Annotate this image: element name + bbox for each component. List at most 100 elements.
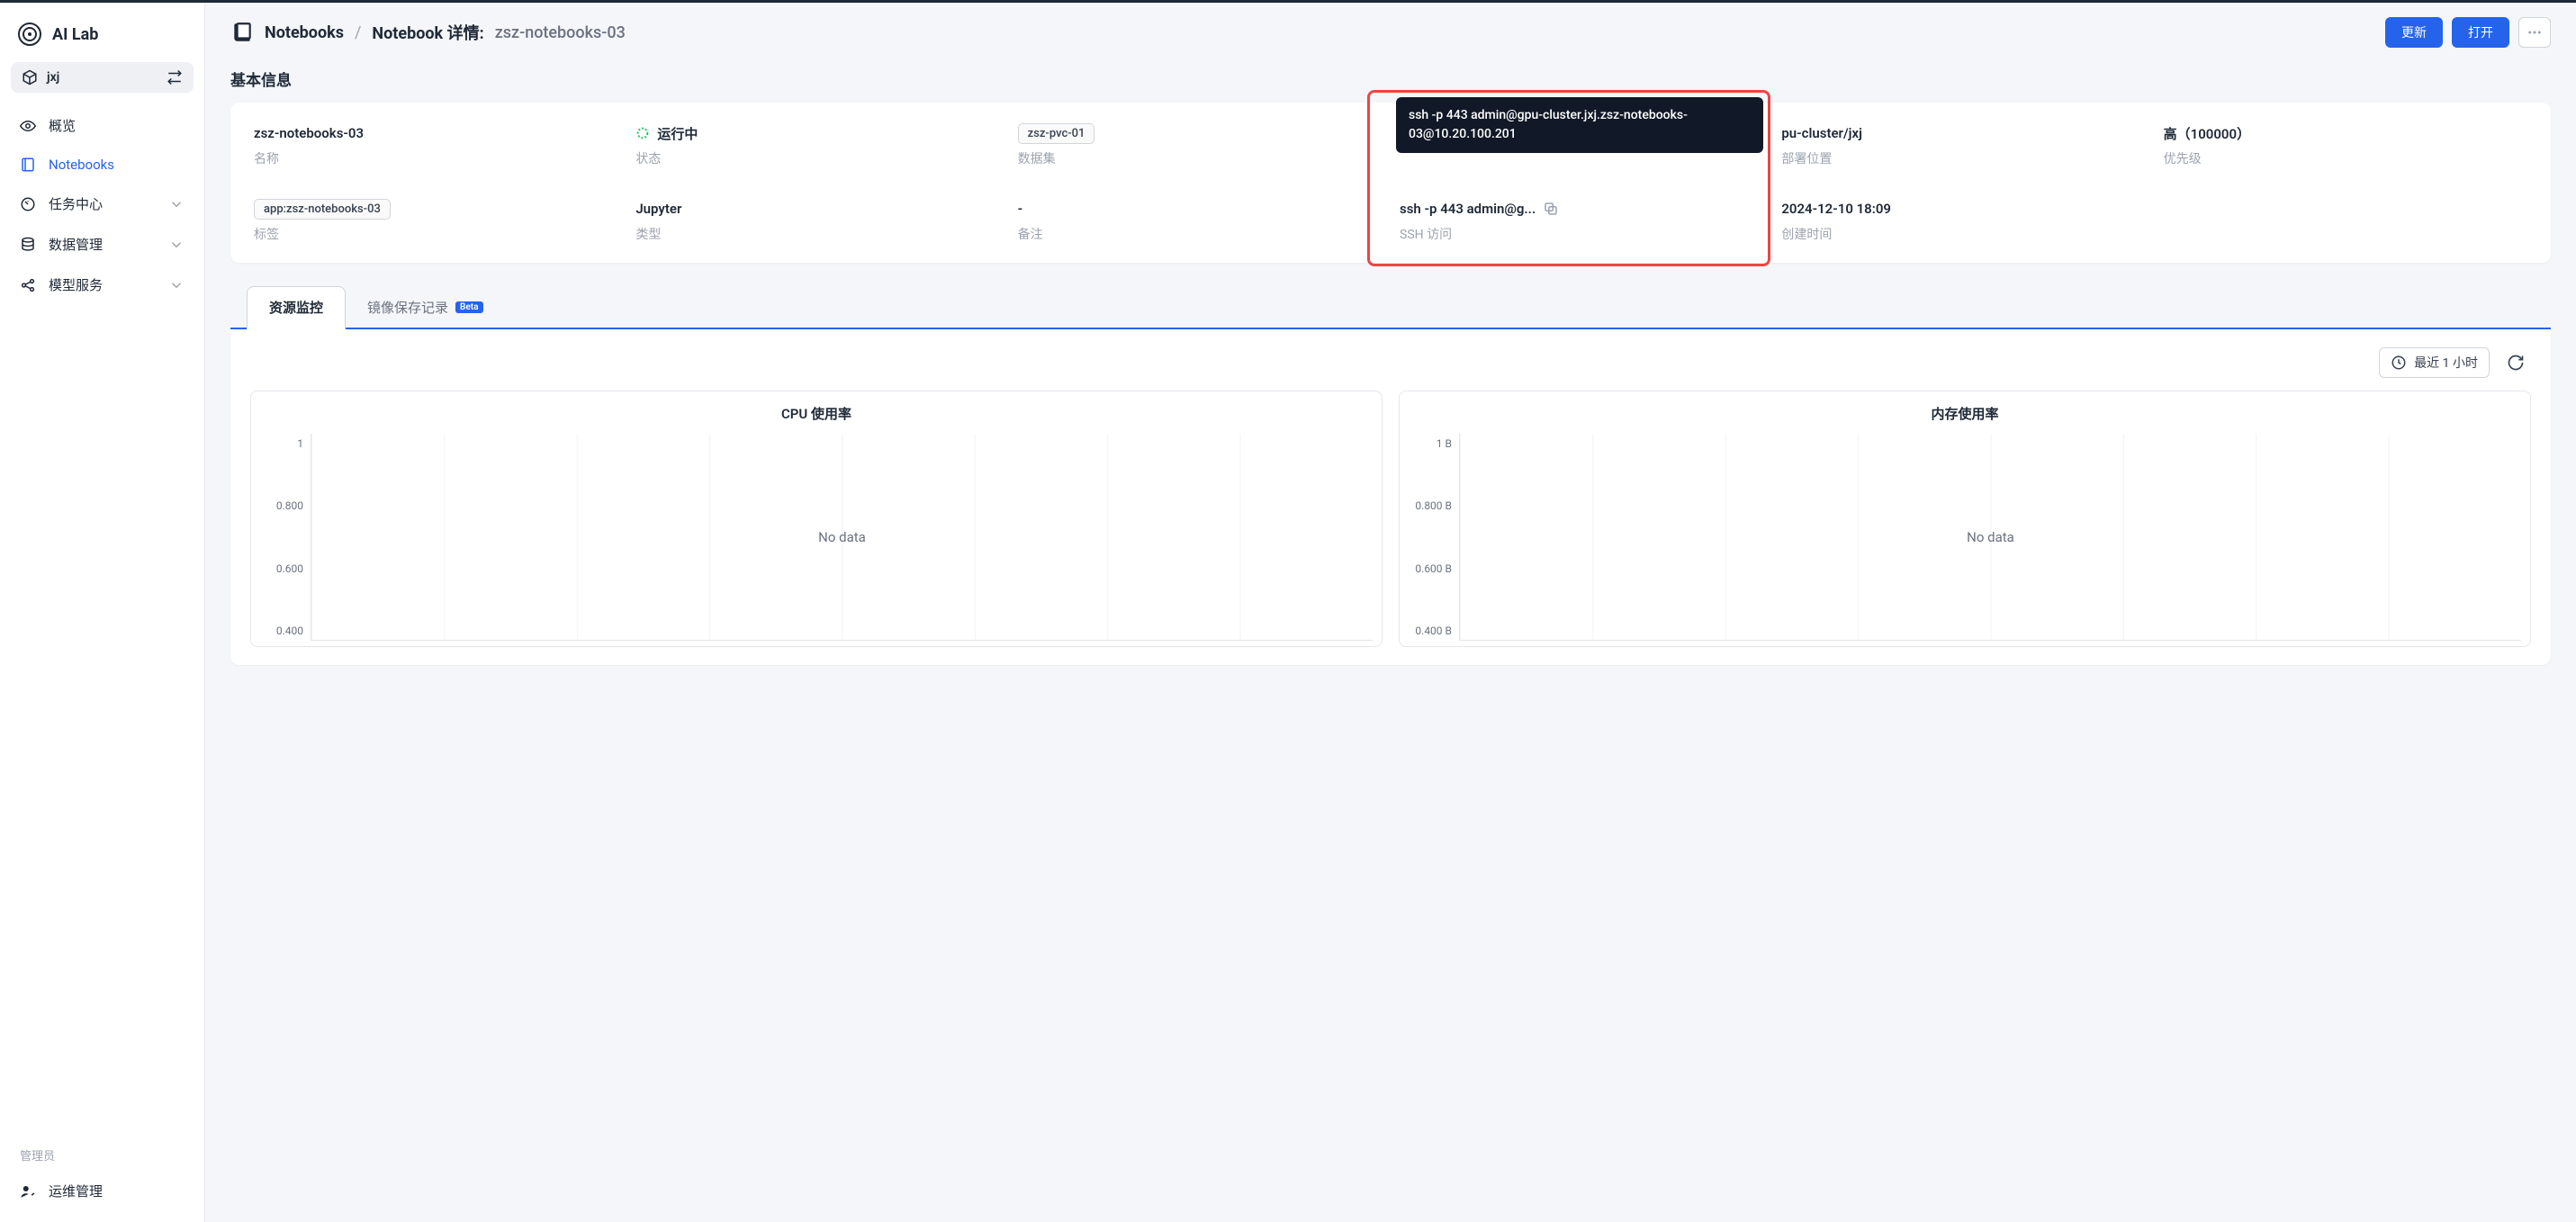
sidebar-item-tasks[interactable]: 任务中心 [7,184,197,224]
nav: 概览 Notebooks 任务中心 [7,105,197,305]
chart-memory: 内存使用率 1 B 0.800 B 0.600 B 0.400 B No dat… [1399,391,2531,647]
info-location: pu-cluster/jxj 部署位置 [1781,122,2145,167]
ytick: 0.400 B [1415,624,1452,637]
breadcrumb-separator: / [355,23,361,42]
chart-title: 内存使用率 [1409,404,2521,423]
swap-icon[interactable] [167,69,183,85]
chevron-down-icon [168,237,185,253]
beta-badge: Beta [455,301,482,313]
refresh-button[interactable] [2500,347,2531,378]
info-ssh-label: SSH 访问 [1400,225,1763,243]
charts: CPU 使用率 1 0.800 0.600 0.400 No data [250,391,2531,647]
chart-yaxis: 1 0.800 0.600 0.400 [260,434,311,641]
info-status: 运行中 状态 [635,122,999,167]
tab-snapshot[interactable]: 镜像保存记录 Beta [346,287,504,328]
info-name: zsz-notebooks-03 名称 [254,122,617,167]
info-created-label: 创建时间 [1781,225,2145,243]
info-tags: app:zsz-notebooks-03 标签 [254,198,617,243]
info-priority-label: 优先级 [2164,149,2527,167]
info-status-value: 运行中 [657,124,698,143]
admin-section-label: 管理员 [7,1128,197,1171]
admin-nav: 运维管理 [7,1171,197,1211]
tab-panel: 最近 1 小时 CPU 使用率 1 0.800 [230,329,2551,665]
tab-monitor[interactable]: 资源监控 [247,286,346,329]
notebook-icon [20,157,36,173]
brand-title: AI Lab [52,25,98,44]
share-icon [20,277,36,293]
time-range-select[interactable]: 最近 1 小时 [2379,347,2490,378]
breadcrumb-detail-name: zsz-notebooks-03 [495,23,626,42]
info-ssh-value: ssh -p 443 admin@g... [1400,201,1536,217]
sidebar: AI Lab jxj 概览 [0,3,205,1222]
info-remark-label: 备注 [1018,225,1382,243]
chevron-down-icon [168,196,185,212]
content: 基本信息 zsz-notebooks-03 名称 运行中 [205,62,2576,690]
more-button[interactable] [2518,17,2551,48]
section-title-basic: 基本信息 [230,67,2551,90]
info-remark: - 备注 [1018,198,1382,243]
topbar: Notebooks / Notebook 详情: zsz-notebooks-0… [205,3,2576,62]
info-name-label: 名称 [254,149,617,167]
ytick: 0.600 [276,562,303,575]
refresh-icon [2507,354,2525,372]
sidebar-item-ops[interactable]: 运维管理 [7,1171,197,1211]
info-tags-label: 标签 [254,225,617,243]
time-range-label: 最近 1 小时 [2414,354,2478,372]
ytick: 0.800 [276,499,303,512]
info-dataset-label: 数据集 [1018,149,1382,167]
tab-label: 资源监控 [269,298,323,317]
ytick: 0.400 [276,624,303,637]
book-icon [230,21,254,44]
eye-icon [20,118,36,134]
brand-logo-icon [18,22,41,46]
sidebar-item-model[interactable]: 模型服务 [7,265,197,305]
info-location-label: 部署位置 [1781,149,2145,167]
tabs: 资源监控 镜像保存记录 Beta [230,286,2551,329]
info-dataset: zsz-pvc-01 数据集 [1018,122,1382,167]
info-created: 2024-12-10 18:09 创建时间 [1781,198,2145,243]
sidebar-item-label: 概览 [49,116,185,135]
breadcrumb: Notebooks / Notebook 详情: zsz-notebooks-0… [230,21,626,44]
info-remark-value: - [1018,198,1382,220]
chart-empty-text: No data [818,529,866,545]
main: Notebooks / Notebook 详情: zsz-notebooks-0… [205,3,2576,1222]
breadcrumb-parent[interactable]: Notebooks [265,23,344,42]
panel-toolbar: 最近 1 小时 [250,347,2531,378]
sidebar-item-label: Notebooks [49,157,185,173]
chevron-down-icon [168,277,185,293]
info-type-label: 类型 [635,225,999,243]
sidebar-item-overview[interactable]: 概览 [7,105,197,146]
clock-icon [2391,355,2407,371]
tab-label: 镜像保存记录 [367,298,448,317]
info-dataset-value[interactable]: zsz-pvc-01 [1018,123,1095,144]
basic-info-card: zsz-notebooks-03 名称 运行中 状态 zsz-pv [230,103,2551,263]
sidebar-item-data[interactable]: 数据管理 [7,224,197,265]
open-button[interactable]: 打开 [2452,17,2509,48]
info-type-value: Jupyter [635,198,999,220]
update-button[interactable]: 更新 [2385,17,2443,48]
ytick: 0.600 B [1415,562,1452,575]
copy-icon[interactable] [1543,201,1559,217]
chart-plot-area: No data [311,434,1373,641]
info-status-label: 状态 [635,149,999,167]
sidebar-item-label: 模型服务 [49,275,156,294]
status-running-icon [635,126,650,140]
info-type: Jupyter 类型 [635,198,999,243]
user-wrench-icon [20,1183,36,1200]
sidebar-item-label: 数据管理 [49,235,156,254]
info-tags-value[interactable]: app:zsz-notebooks-03 [254,199,391,220]
ssh-tooltip: ssh -p 443 admin@gpu-cluster.jxj.zsz-not… [1396,97,1763,153]
project-name: jxj [47,70,59,85]
ytick: 1 B [1437,437,1452,450]
sidebar-item-notebooks[interactable]: Notebooks [7,146,197,184]
info-location-value: pu-cluster/jxj [1781,122,2145,144]
brand: AI Lab [7,13,197,62]
chart-yaxis: 1 B 0.800 B 0.600 B 0.400 B [1409,434,1459,641]
chart-title: CPU 使用率 [260,404,1373,423]
info-ssh: ssh -p 443 admin@gpu-cluster.jxj.zsz-not… [1400,198,1763,243]
sidebar-item-label: 任务中心 [49,194,156,213]
topbar-actions: 更新 打开 [2385,17,2551,48]
gauge-icon [20,196,36,212]
sidebar-item-label: 运维管理 [49,1182,185,1200]
project-selector[interactable]: jxj [11,62,194,93]
